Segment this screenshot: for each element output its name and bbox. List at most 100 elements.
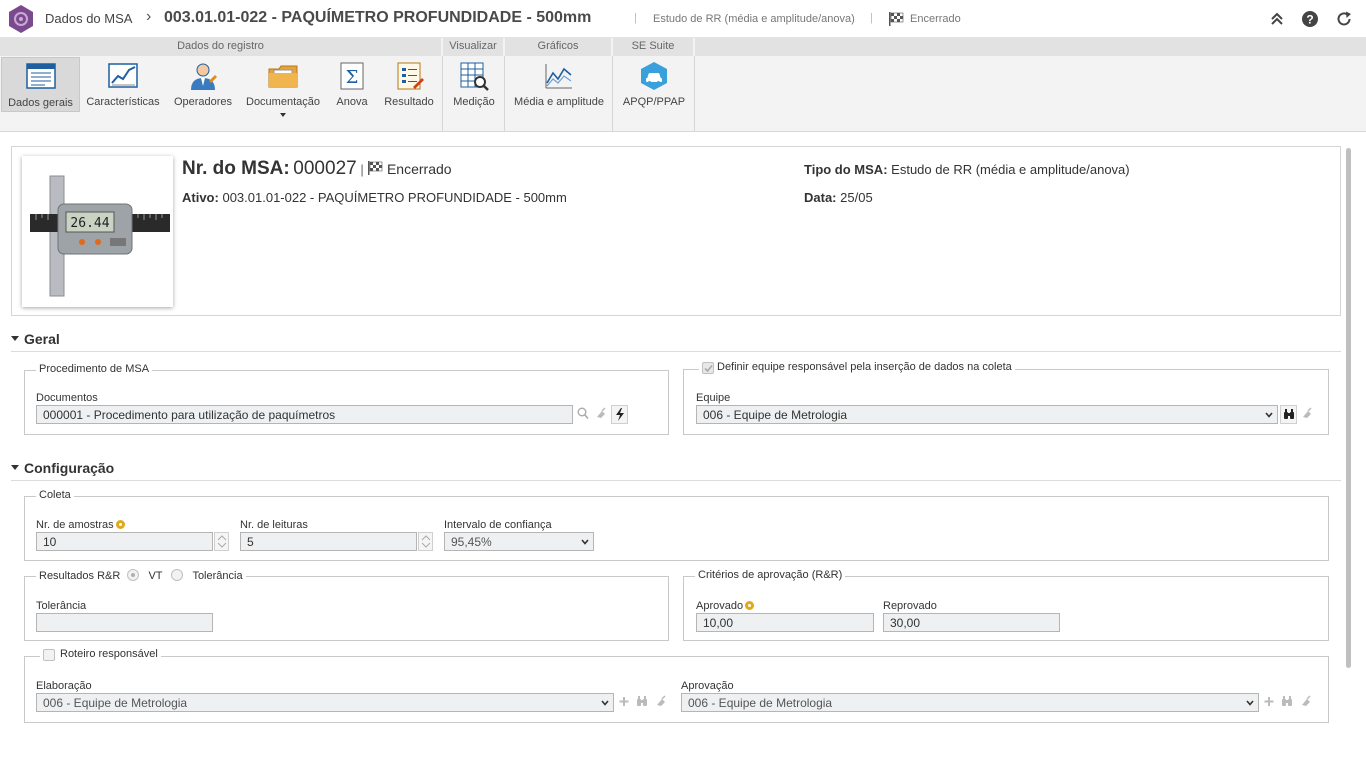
chevron-down-icon (601, 700, 609, 706)
procedimento-fieldset: Procedimento de MSA Documentos 000001 - … (24, 363, 669, 435)
sigma-icon: Σ (340, 62, 364, 90)
reprovado-input[interactable]: 30,00 (883, 613, 1060, 632)
ativo-value: 003.01.01-022 - PAQUÍMETRO PROFUNDIDADE … (222, 190, 567, 205)
caracteristicas-button[interactable]: Características (84, 57, 162, 112)
car-icon (641, 62, 667, 90)
add-plus-icon[interactable] (616, 693, 633, 712)
top-bar: Dados do MSA › 003.01.01-022 - PAQUÍMETR… (0, 0, 1366, 38)
definir-equipe-checkbox[interactable] (702, 362, 714, 374)
operadores-button[interactable]: Operadores (171, 57, 235, 112)
criterios-legend: Critérios de aprovação (R&R) (695, 569, 846, 581)
msa-number-line: Nr. do MSA: 000027 | Encerrado (182, 158, 452, 180)
documentos-label: Documentos (36, 392, 98, 404)
app-logo-icon (9, 5, 33, 33)
lightning-icon[interactable] (611, 405, 628, 424)
equipe-select[interactable]: 006 - Equipe de Metrologia (696, 405, 1278, 424)
clear-eraser-icon[interactable] (653, 693, 670, 712)
tipo-line: Tipo do MSA: Estudo de RR (média e ampli… (804, 162, 1130, 177)
divider (694, 56, 695, 132)
clear-eraser-icon[interactable] (1299, 405, 1316, 424)
amostras-stepper[interactable] (214, 532, 229, 551)
checkered-flag-icon (889, 12, 904, 26)
dropdown-caret-icon (280, 113, 286, 117)
data-value: 25/05 (840, 190, 873, 205)
section-configuracao-header[interactable]: Configuração (11, 460, 114, 476)
resultado-button[interactable]: Resultado (381, 57, 437, 112)
msa-number-value: 000027 (293, 158, 357, 179)
criterios-aprovacao-fieldset: Critérios de aprovação (R&R) Aprovado 10… (683, 569, 1329, 641)
equipe-checkbox-legend: Definir equipe responsável pela inserção… (699, 361, 1015, 374)
binoculars-icon[interactable] (634, 693, 651, 712)
msa-number-label: Nr. do MSA: (182, 158, 290, 179)
intervalo-select[interactable]: 95,45% (444, 532, 594, 551)
definir-equipe-label: Definir equipe responsável pela inserção… (717, 361, 1012, 373)
collapse-icon[interactable] (1268, 10, 1286, 28)
documentacao-button[interactable]: Documentação (243, 57, 323, 117)
resultados-rr-legend: Resultados R&R VT Tolerância (36, 569, 246, 582)
coleta-legend: Coleta (36, 489, 74, 501)
breadcrumb-root[interactable]: Dados do MSA (45, 11, 132, 26)
tipo-value: Estudo de RR (média e amplitude/anova) (891, 162, 1130, 177)
breadcrumb-chevron-icon: › (146, 8, 152, 25)
elaboracao-select[interactable]: 006 - Equipe de Metrologia (36, 693, 614, 712)
intervalo-select-value: 95,45% (451, 535, 492, 549)
chevron-down-icon (1265, 412, 1273, 418)
leituras-input[interactable]: 5 (240, 532, 417, 551)
ribbon: Dados do registro Visualizar Gráficos SE… (0, 38, 1366, 132)
section-geral-title: Geral (24, 331, 60, 347)
refresh-icon[interactable] (1335, 10, 1353, 28)
tolerancia-input[interactable] (36, 613, 213, 632)
vt-radio-label: VT (148, 570, 163, 582)
equipe-fieldset: Definir equipe responsável pela inserção… (683, 361, 1329, 435)
chevron-down-icon (1246, 700, 1254, 706)
depth-caliper-image: 26.44 (30, 175, 170, 297)
mean-range-chart-icon (545, 64, 572, 89)
documentacao-label: Documentação (246, 96, 320, 108)
vertical-scrollbar[interactable] (1346, 148, 1351, 668)
amostras-input[interactable]: 10 (36, 532, 213, 551)
medicao-button[interactable]: Medição (449, 57, 499, 112)
apqp-ppap-button[interactable]: APQP/PPAP (619, 57, 689, 112)
elaboracao-label: Elaboração (36, 680, 92, 692)
collapse-triangle-icon (11, 335, 19, 341)
divider (504, 56, 505, 132)
status-label: Encerrado (910, 13, 961, 25)
resultados-rr-fieldset: Resultados R&R VT Tolerância Tolerância (24, 569, 669, 641)
media-amplitude-button[interactable]: Média e amplitude (511, 57, 607, 112)
binoculars-icon[interactable] (1279, 693, 1296, 712)
vt-radio[interactable] (127, 569, 140, 581)
ribbon-group-graficos: Gráficos (505, 38, 613, 56)
dados-gerais-button[interactable]: Dados gerais (1, 57, 80, 112)
documentos-field[interactable]: 000001 - Procedimento para utilização de… (36, 405, 573, 424)
clear-eraser-icon[interactable] (593, 405, 610, 424)
help-icon[interactable]: ? (1301, 10, 1319, 28)
aprovado-input[interactable]: 10,00 (696, 613, 874, 632)
stepper-arrows-icon (421, 535, 431, 548)
divider (612, 56, 613, 132)
leituras-label: Nr. de leituras (240, 519, 308, 531)
intervalo-label: Intervalo de confiança (444, 519, 552, 531)
clear-eraser-icon[interactable] (1298, 693, 1315, 712)
section-geral-header[interactable]: Geral (11, 331, 60, 347)
roteiro-checkbox[interactable] (43, 649, 55, 661)
dados-gerais-label: Dados gerais (8, 97, 73, 109)
add-plus-icon[interactable] (1261, 693, 1278, 712)
line-chart-icon (108, 63, 138, 88)
search-icon[interactable] (575, 405, 592, 424)
required-icon (745, 600, 755, 610)
data-line: Data: 25/05 (804, 190, 873, 205)
anova-button[interactable]: Σ Anova (333, 57, 371, 112)
chevron-down-icon (581, 539, 589, 545)
coleta-fieldset: Coleta Nr. de amostras 10 Nr. de leitura… (24, 489, 1329, 561)
tolerancia-radio[interactable] (171, 569, 184, 581)
aprovacao-select[interactable]: 006 - Equipe de Metrologia (681, 693, 1259, 712)
roteiro-fieldset: Roteiro responsável Elaboração 006 - Equ… (24, 648, 1329, 723)
ribbon-group-headers: Dados do registro Visualizar Gráficos SE… (0, 38, 1366, 56)
asset-photo: 26.44 (22, 156, 173, 307)
ativo-label: Ativo: (182, 190, 219, 205)
svg-text:?: ? (1306, 13, 1313, 27)
leituras-stepper[interactable] (418, 532, 433, 551)
msa-header-card: 26.44 Nr. do MSA: 000027 | Encerrado Ati… (11, 146, 1341, 316)
binoculars-icon[interactable] (1280, 405, 1297, 424)
required-icon (115, 519, 125, 529)
